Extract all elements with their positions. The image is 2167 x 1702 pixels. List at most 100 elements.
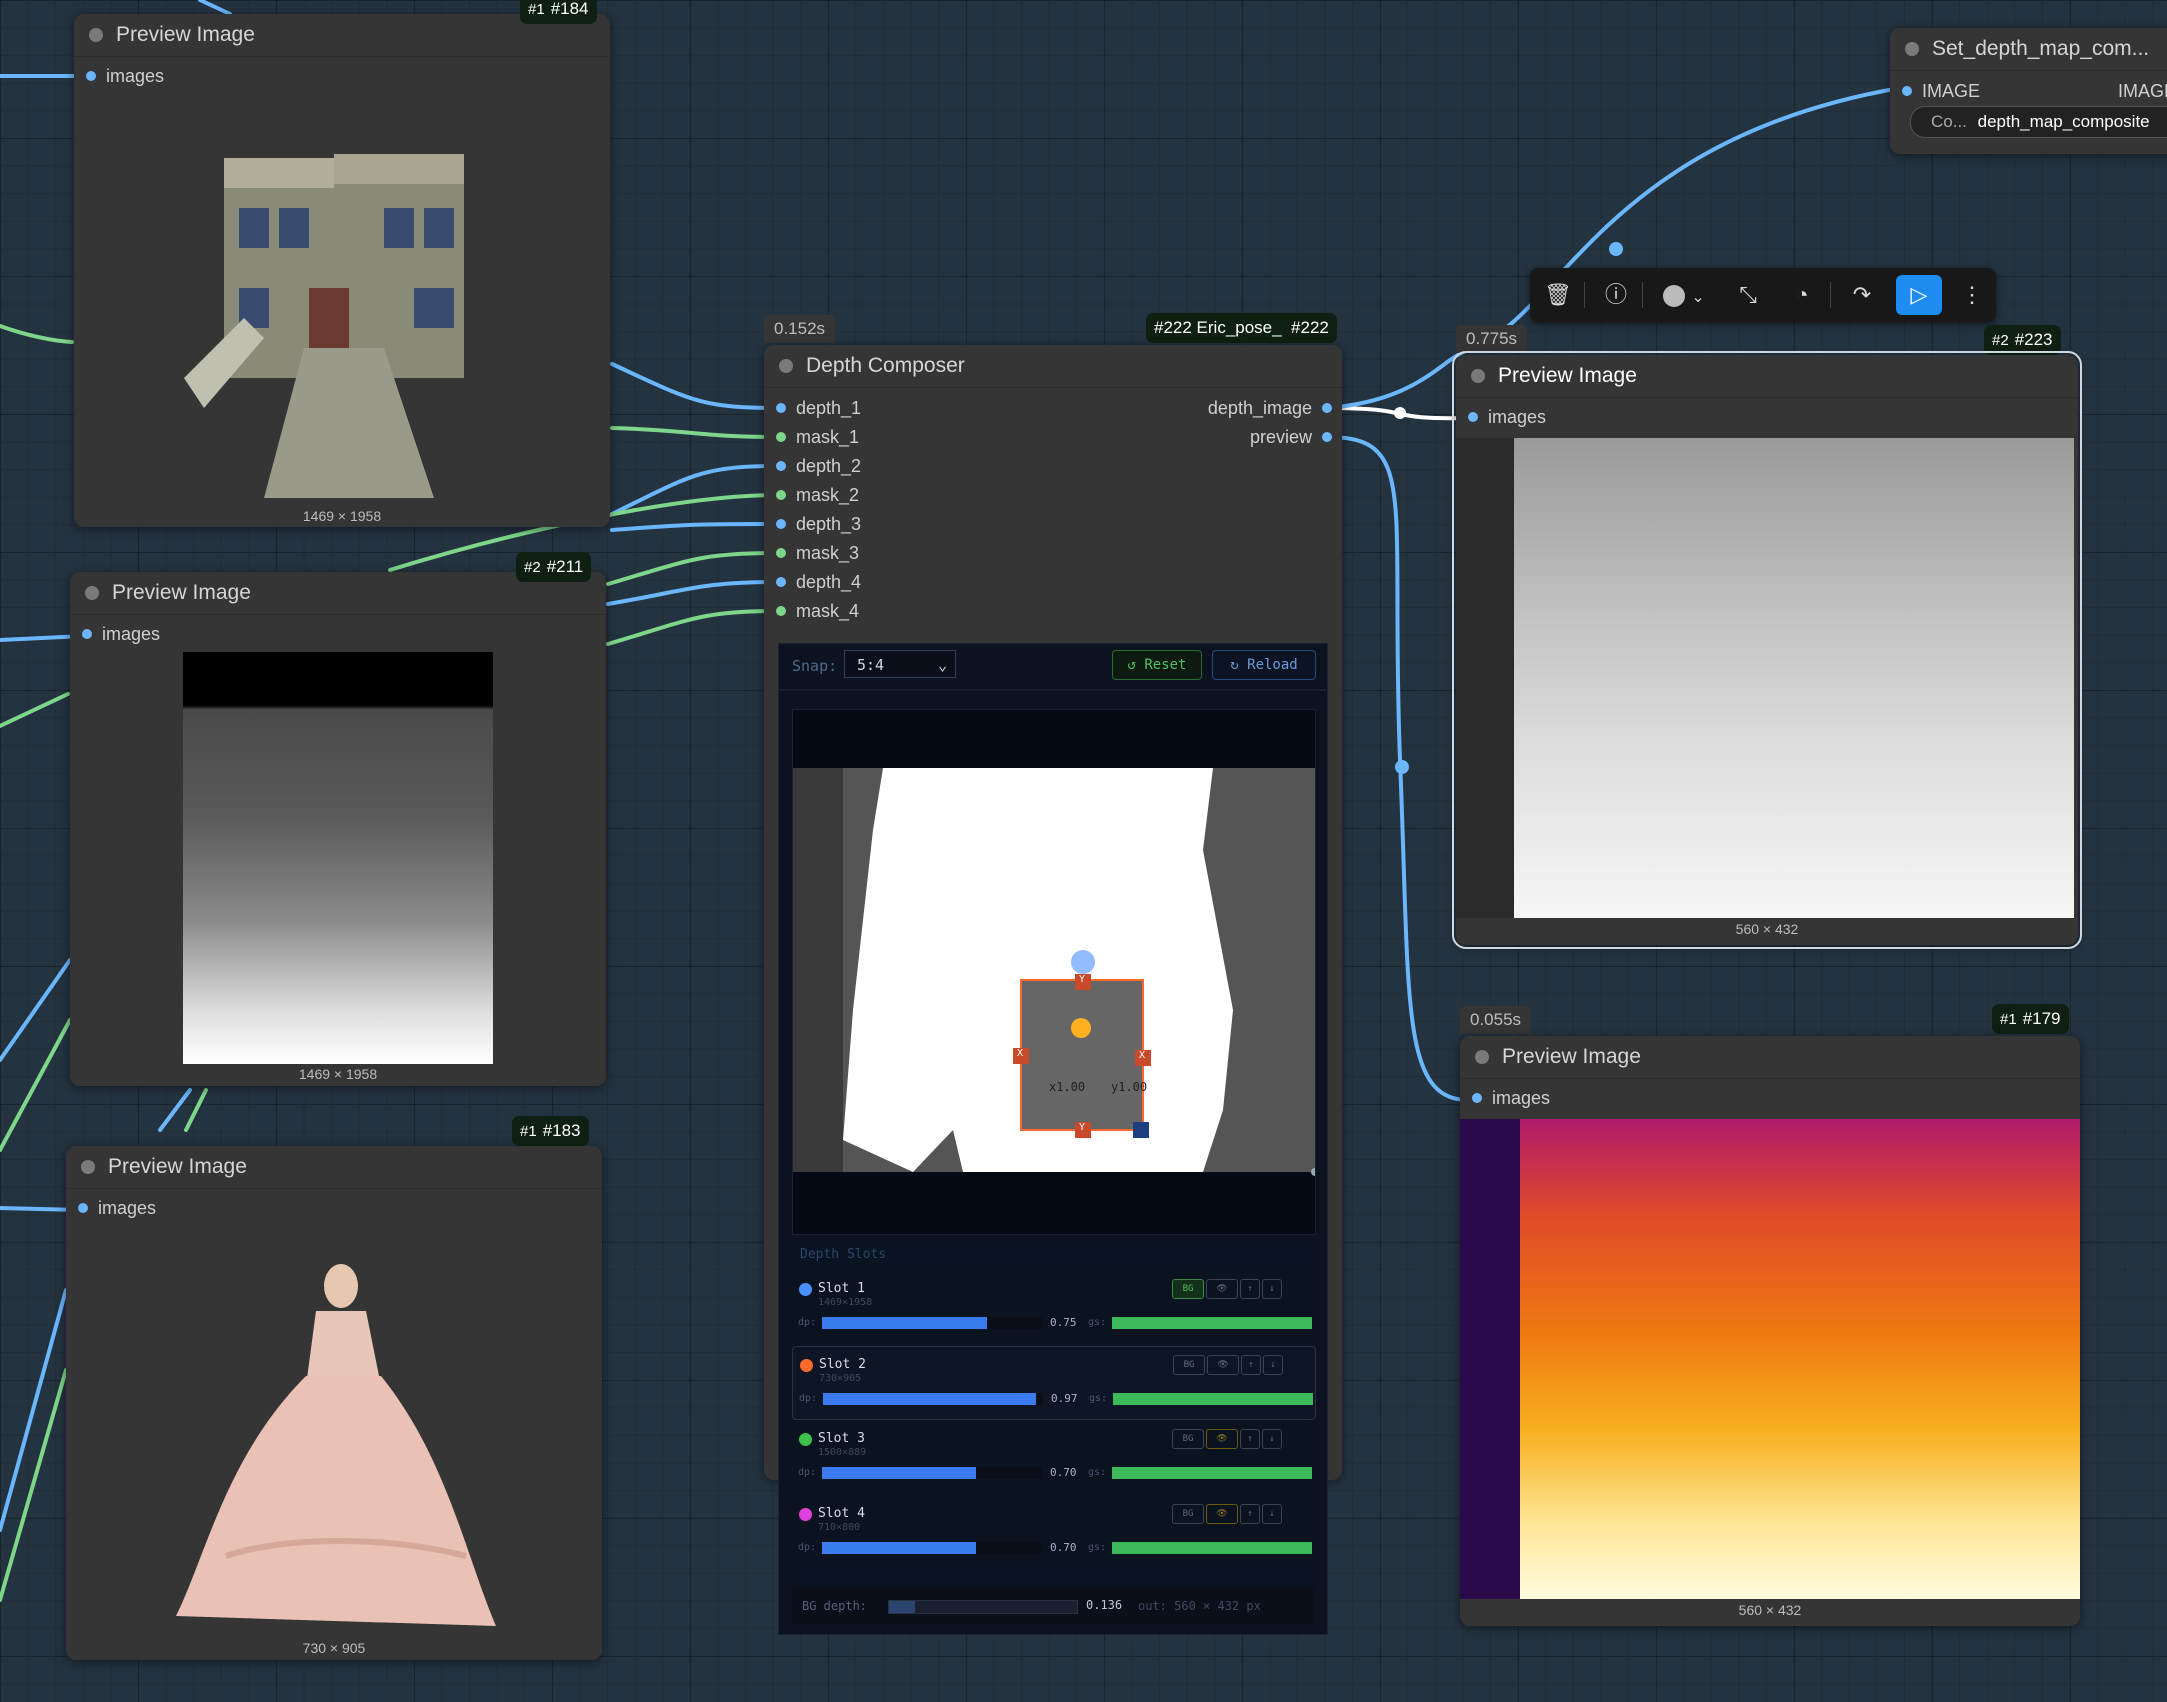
handle-x-left-label: X bbox=[1017, 1048, 1024, 1059]
bypass-icon[interactable]: ◔ bbox=[1780, 268, 1824, 322]
depth-slot-card[interactable]: Slot 4 710×800 BG 👁 ↑ ↓ dp: 0.70 gs: bbox=[792, 1496, 1314, 1568]
collapse-dot[interactable] bbox=[779, 359, 793, 373]
node-title[interactable]: Depth Composer bbox=[764, 345, 1342, 388]
visibility-toggle-button[interactable]: 👁 bbox=[1206, 1279, 1238, 1299]
depth-value: 0.70 bbox=[1050, 1466, 1077, 1479]
image-dimensions: 730 × 905 bbox=[302, 1640, 366, 1656]
preview-image-node-184[interactable]: #1 #184 Preview Image images 1469 × 1958 bbox=[74, 0, 610, 527]
depth-slot-card[interactable]: Slot 3 1500×889 BG 👁 ↑ ↓ dp: 0.70 gs: bbox=[792, 1421, 1314, 1493]
node-badge: #1 #183 bbox=[512, 1116, 589, 1146]
mask-1-input-slot[interactable]: mask_1 bbox=[770, 424, 859, 450]
depth-slot-card[interactable]: Slot 1 1469×1958 BG 👁 ↑ ↓ dp: 0.75 gs: bbox=[792, 1271, 1314, 1343]
gs-slider[interactable] bbox=[1112, 1317, 1312, 1329]
depth-slider[interactable] bbox=[823, 1393, 1043, 1405]
trash-icon[interactable]: 🗑 bbox=[1536, 268, 1580, 322]
collapse-dot[interactable] bbox=[1471, 369, 1485, 383]
preview-output-slot[interactable]: preview bbox=[1250, 424, 1338, 450]
collapse-icon[interactable]: ⤡ bbox=[1726, 268, 1770, 322]
node-title[interactable]: Preview Image bbox=[66, 1146, 602, 1189]
mask-3-input-slot[interactable]: mask_3 bbox=[770, 540, 859, 566]
bg-toggle-button[interactable]: BG bbox=[1172, 1279, 1204, 1299]
images-input-slot[interactable]: images bbox=[80, 63, 164, 89]
gown-preview-image bbox=[176, 1264, 496, 1626]
images-input-slot[interactable]: images bbox=[1466, 1085, 1550, 1111]
image-output-slot[interactable]: IMAGE bbox=[2118, 78, 2167, 104]
bg-toggle-button[interactable]: BG bbox=[1173, 1355, 1205, 1375]
depth-image-output-slot[interactable]: depth_image bbox=[1208, 395, 1338, 421]
collapse-dot[interactable] bbox=[81, 1160, 95, 1174]
depth-label: dp: bbox=[798, 1542, 817, 1553]
depth-slots-panel: Depth Slots Slot 1 1469×1958 BG 👁 ↑ ↓ dp: 0.75 g… bbox=[792, 1241, 1316, 1626]
collapse-dot[interactable] bbox=[89, 28, 103, 42]
image-dimensions: 560 × 432 bbox=[1735, 921, 1799, 937]
depth-2-input-slot[interactable]: depth_2 bbox=[770, 453, 861, 479]
collapse-dot[interactable] bbox=[85, 586, 99, 600]
slot-size: 730×905 bbox=[819, 1373, 862, 1384]
images-input-slot[interactable]: images bbox=[1462, 404, 1546, 430]
slot-size: 710×800 bbox=[818, 1522, 861, 1533]
gs-slider[interactable] bbox=[1112, 1467, 1312, 1479]
preview-image-node-183[interactable]: #1 #183 Preview Image images 730 × 905 bbox=[66, 1116, 602, 1660]
image-input-slot[interactable]: IMAGE bbox=[1896, 78, 1980, 104]
mask-4-input-slot[interactable]: mask_4 bbox=[770, 598, 859, 624]
name-widget[interactable]: Co... depth_map_composite bbox=[1910, 106, 2167, 138]
bg-depth-slider[interactable] bbox=[888, 1600, 1078, 1614]
preview-image-node-223[interactable]: Preview Image images 560 × 432 bbox=[1452, 351, 2082, 949]
move-down-button[interactable]: ↓ bbox=[1262, 1504, 1282, 1524]
image-dimensions: 1469 × 1958 bbox=[302, 508, 382, 524]
depth-slider[interactable] bbox=[822, 1467, 1042, 1479]
image-dimensions: 1469 × 1958 bbox=[298, 1066, 378, 1082]
node-badge: #1 #179 bbox=[1992, 1004, 2069, 1034]
move-up-button[interactable]: ↑ bbox=[1240, 1429, 1260, 1449]
move-up-button[interactable]: ↑ bbox=[1240, 1504, 1260, 1524]
depth-label: dp: bbox=[799, 1393, 818, 1404]
node-title[interactable]: Preview Image bbox=[70, 572, 606, 615]
images-input-slot[interactable]: images bbox=[72, 1195, 156, 1221]
node-timing: 0.152s bbox=[764, 315, 836, 343]
visibility-toggle-button[interactable]: 👁 bbox=[1207, 1355, 1239, 1375]
collapse-dot[interactable] bbox=[1475, 1050, 1489, 1064]
gs-slider[interactable] bbox=[1112, 1542, 1312, 1554]
composer-canvas[interactable]: Y X X Y x1.00 y1.00 bbox=[792, 709, 1319, 1235]
redo-icon[interactable]: ↷ bbox=[1840, 268, 1884, 322]
depth-value: 0.97 bbox=[1051, 1392, 1078, 1405]
slot-size: 1500×889 bbox=[818, 1447, 867, 1458]
slot-color-dot bbox=[799, 1433, 812, 1446]
snap-select[interactable]: 5:4 ⌄ bbox=[844, 650, 956, 678]
move-down-button[interactable]: ↓ bbox=[1263, 1355, 1283, 1375]
reset-button[interactable]: ↺ Reset bbox=[1112, 650, 1202, 680]
depth-value: 0.70 bbox=[1050, 1541, 1077, 1554]
more-icon[interactable]: ⋮ bbox=[1950, 268, 1994, 322]
node-title[interactable]: Preview Image bbox=[1456, 355, 2078, 398]
bg-toggle-button[interactable]: BG bbox=[1172, 1429, 1204, 1449]
depth-1-input-slot[interactable]: depth_1 bbox=[770, 395, 861, 421]
node-title[interactable]: Set_depth_map_com... bbox=[1890, 28, 2167, 71]
depth-3-input-slot[interactable]: depth_3 bbox=[770, 511, 861, 537]
bg-toggle-button[interactable]: BG bbox=[1172, 1504, 1204, 1524]
depth-slider[interactable] bbox=[822, 1317, 1042, 1329]
depth-slider[interactable] bbox=[822, 1542, 1042, 1554]
depth-4-input-slot[interactable]: depth_4 bbox=[770, 569, 861, 595]
run-icon[interactable]: ▷ bbox=[1896, 275, 1942, 315]
handle-y-bottom-label: Y bbox=[1079, 1122, 1086, 1133]
visibility-toggle-button[interactable]: 👁 bbox=[1206, 1429, 1238, 1449]
move-down-button[interactable]: ↓ bbox=[1262, 1279, 1282, 1299]
node-title[interactable]: Preview Image bbox=[1460, 1036, 2080, 1079]
collapse-dot[interactable] bbox=[1905, 42, 1919, 56]
images-input-slot[interactable]: images bbox=[76, 621, 160, 647]
move-up-button[interactable]: ↑ bbox=[1240, 1279, 1260, 1299]
info-icon[interactable]: ⓘ bbox=[1594, 268, 1638, 322]
preview-image-node-179[interactable]: Preview Image images 560 × 432 bbox=[1460, 1036, 2080, 1626]
node-title[interactable]: Preview Image bbox=[74, 14, 610, 57]
move-up-button[interactable]: ↑ bbox=[1241, 1355, 1261, 1375]
move-down-button[interactable]: ↓ bbox=[1262, 1429, 1282, 1449]
visibility-toggle-button[interactable]: 👁 bbox=[1206, 1504, 1238, 1524]
gs-slider[interactable] bbox=[1113, 1393, 1313, 1405]
reload-button[interactable]: ↻ Reload bbox=[1212, 650, 1316, 680]
color-icon[interactable]: ⌄ bbox=[1654, 268, 1714, 322]
depth-slot-card[interactable]: Slot 2 730×905 BG 👁 ↑ ↓ dp: 0.97 gs: bbox=[792, 1346, 1316, 1420]
mask-2-input-slot[interactable]: mask_2 bbox=[770, 482, 859, 508]
image-dimensions: 560 × 432 bbox=[1738, 1602, 1802, 1618]
set-depth-map-node[interactable]: Set_depth_map_com... IMAGE IMAGE Co... d… bbox=[1890, 28, 2167, 154]
preview-image-node-211[interactable]: #2 #211 Preview Image images 1469 × 1958 bbox=[70, 552, 606, 1086]
